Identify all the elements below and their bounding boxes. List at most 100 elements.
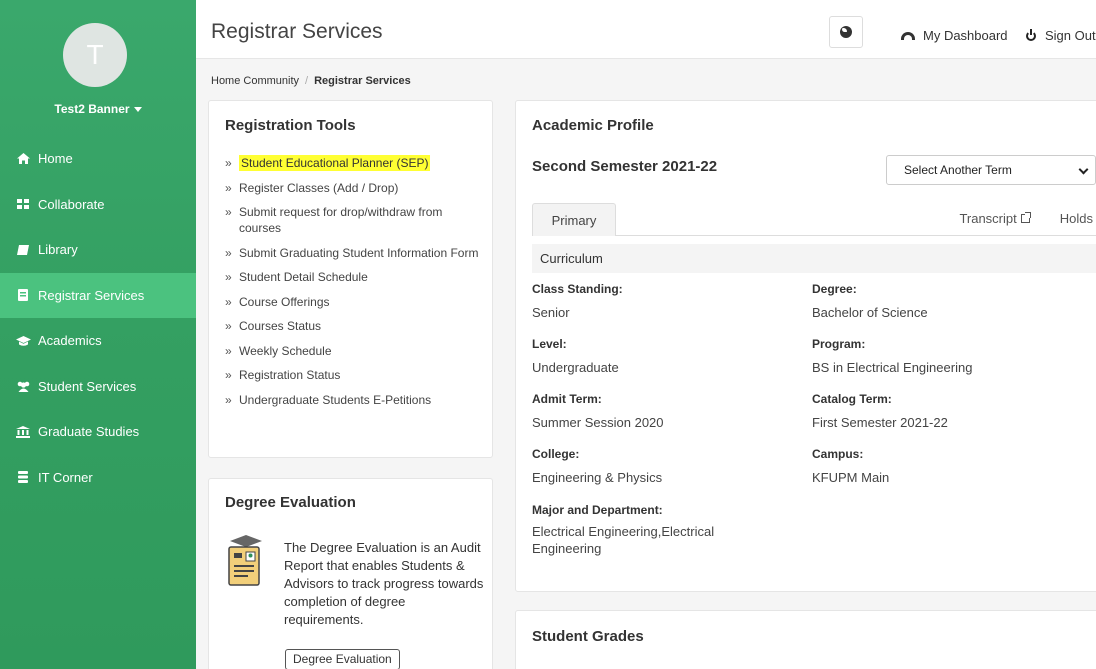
sidebar-item-student-services[interactable]: Student Services — [0, 364, 196, 410]
users-icon — [14, 379, 32, 393]
link-registration-status[interactable]: Registration Status — [239, 367, 340, 383]
double-chevron-right-icon: » — [225, 343, 232, 358]
double-chevron-right-icon: » — [225, 294, 232, 309]
field-value: Bachelor of Science — [812, 305, 928, 320]
my-dashboard-label: My Dashboard — [923, 28, 1008, 43]
degree-evaluation-description: The Degree Evaluation is an Audit Report… — [284, 540, 484, 627]
registration-tools-list: » Student Educational Planner (SEP) » Regi… — [225, 155, 485, 416]
field-value: Engineering & Physics — [532, 470, 663, 485]
link-e-petitions[interactable]: Undergraduate Students E-Petitions — [239, 392, 431, 408]
field-label: Class Standing: — [532, 282, 623, 296]
sidebar-item-registrar-services[interactable]: Registrar Services — [0, 272, 196, 318]
double-chevron-right-icon: » — [225, 245, 232, 260]
home-icon — [14, 152, 32, 166]
field-label: Admit Term: — [532, 392, 602, 406]
holds-link[interactable]: Holds — [1045, 211, 1096, 226]
graduation-cap-icon — [14, 334, 32, 348]
field-value: KFUPM Main — [812, 470, 890, 485]
field-label: College: — [532, 447, 580, 461]
my-dashboard-link[interactable]: My Dashboard — [901, 28, 1008, 43]
degree-evaluation-button[interactable]: Degree Evaluation — [285, 649, 400, 669]
double-chevron-right-icon: » — [225, 205, 232, 219]
grid-icon — [14, 197, 32, 211]
external-link-icon — [1020, 212, 1031, 223]
link-student-educational-planner[interactable]: Student Educational Planner (SEP) — [239, 155, 431, 171]
sidebar-item-library[interactable]: Library — [0, 227, 196, 273]
list-item: » Courses Status — [225, 318, 485, 334]
link-course-offerings[interactable]: Course Offerings — [239, 294, 330, 310]
avatar[interactable]: T — [63, 23, 127, 87]
sidebar-item-label: Academics — [38, 333, 102, 349]
language-button[interactable] — [829, 16, 863, 48]
caret-down-icon — [133, 107, 142, 113]
double-chevron-right-icon: » — [225, 392, 232, 407]
avatar-initial: T — [86, 39, 104, 70]
field-label: Degree: — [812, 282, 857, 296]
sidebar-item-label: Student Services — [38, 378, 137, 394]
field-label: Major and Department: — [532, 503, 663, 517]
link-register-classes[interactable]: Register Classes (Add / Drop) — [239, 180, 398, 196]
holds-label: Holds — [1059, 211, 1093, 226]
double-chevron-right-icon: » — [225, 368, 232, 382]
sidebar-item-collaborate[interactable]: Collaborate — [0, 182, 196, 228]
tab-primary[interactable]: Primary — [532, 203, 616, 236]
field-level: Level: Undergraduate — [532, 337, 802, 376]
sidebar-item-label: Collaborate — [38, 196, 105, 212]
sidebar-item-label: IT Corner — [38, 469, 93, 485]
list-item: » Submit Graduating Student Information F… — [225, 245, 485, 261]
link-weekly-schedule[interactable]: Weekly Schedule — [239, 343, 332, 359]
book-icon — [14, 243, 32, 257]
list-item: » Submit request for drop/withdraw from c… — [225, 204, 485, 236]
field-value: BS in Electrical Engineering — [812, 360, 973, 375]
double-chevron-right-icon: » — [225, 156, 232, 170]
sign-out-link[interactable]: Sign Out — [1026, 28, 1096, 43]
field-campus: Campus: KFUPM Main — [812, 447, 1082, 486]
field-degree: Degree: Bachelor of Science — [812, 282, 1082, 321]
link-graduating-student-form[interactable]: Submit Graduating Student Information Fo… — [239, 245, 478, 261]
list-item: » Registration Status — [225, 367, 485, 383]
sidebar-item-label: Library — [38, 242, 78, 258]
database-icon — [14, 470, 32, 484]
field-label: Level: — [532, 337, 567, 351]
degree-report-icon — [224, 535, 264, 587]
term-select[interactable]: Select Another Term — [886, 155, 1096, 185]
degree-evaluation-title: Degree Evaluation — [225, 494, 356, 511]
field-label: Program: — [812, 337, 866, 351]
student-grades-title: Student Grades — [532, 628, 644, 645]
link-courses-status[interactable]: Courses Status — [239, 318, 321, 334]
breadcrumb-home[interactable]: Home Community — [211, 75, 299, 87]
user-menu[interactable]: Test2 Banner — [0, 102, 196, 116]
academic-profile-title: Academic Profile — [532, 117, 654, 134]
user-name: Test2 Banner — [54, 102, 130, 116]
term-select-value: Select Another Term — [904, 163, 1012, 177]
transcript-label: Transcript — [959, 211, 1017, 226]
field-value: Undergraduate — [532, 360, 619, 375]
globe-icon — [840, 26, 852, 38]
profile-tabs: Primary Transcript Holds — [532, 203, 1096, 236]
registration-tools-title: Registration Tools — [225, 117, 356, 134]
sidebar-item-label: Home — [38, 151, 73, 167]
list-item: » Student Educational Planner (SEP) — [225, 155, 485, 171]
current-term: Second Semester 2021-22 — [532, 158, 718, 175]
transcript-link[interactable]: Transcript — [944, 211, 1031, 226]
sidebar: T Test2 Banner Home Collaborate Library … — [0, 0, 196, 669]
institution-icon — [14, 425, 32, 439]
field-college: College: Engineering & Physics — [532, 447, 802, 486]
registration-tools-card: Registration Tools » Student Educational … — [208, 100, 493, 458]
sidebar-item-graduate-studies[interactable]: Graduate Studies — [0, 409, 196, 455]
dashboard-icon — [901, 31, 915, 40]
list-item: » Student Detail Schedule — [225, 269, 485, 285]
field-class-standing: Class Standing: Senior — [532, 282, 802, 321]
link-student-detail-schedule[interactable]: Student Detail Schedule — [239, 269, 368, 285]
field-major-department: Major and Department: Electrical Enginee… — [532, 503, 742, 557]
field-value: Senior — [532, 305, 570, 320]
power-icon — [1026, 28, 1036, 41]
field-label: Campus: — [812, 447, 864, 461]
sidebar-nav: Home Collaborate Library Registrar Servi… — [0, 136, 196, 500]
sidebar-item-it-corner[interactable]: IT Corner — [0, 455, 196, 501]
sidebar-item-academics[interactable]: Academics — [0, 318, 196, 364]
field-value: Summer Session 2020 — [532, 415, 664, 430]
list-item: » Register Classes (Add / Drop) — [225, 180, 485, 196]
sidebar-item-home[interactable]: Home — [0, 136, 196, 182]
link-drop-withdraw-request[interactable]: Submit request for drop/withdraw from co… — [239, 204, 485, 236]
